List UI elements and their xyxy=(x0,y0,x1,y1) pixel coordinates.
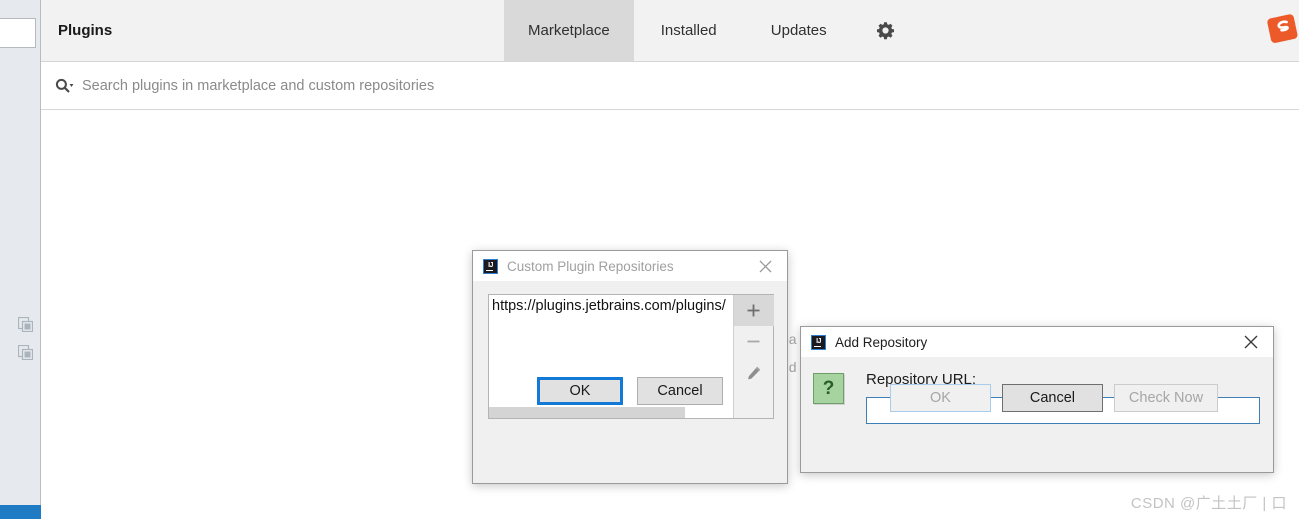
plus-icon xyxy=(746,303,761,318)
intellij-icon xyxy=(811,334,826,350)
watermark: CSDN @广土土厂 | 口 xyxy=(1130,495,1287,512)
cancel-button[interactable]: Cancel xyxy=(637,377,723,405)
cancel-button[interactable]: Cancel xyxy=(1001,384,1103,412)
rail-top-input-box[interactable] xyxy=(0,18,36,48)
page-title: Plugins xyxy=(58,22,113,39)
remove-repository-button[interactable] xyxy=(734,326,774,357)
dialog-title: Custom Plugin Repositories xyxy=(507,258,674,274)
add-repository-button[interactable] xyxy=(733,295,774,326)
search-icon[interactable] xyxy=(55,78,74,94)
dialog-title: Add Repository xyxy=(835,334,928,350)
custom-plugin-repositories-dialog: Custom Plugin Repositories https://plugi… xyxy=(472,250,788,484)
close-icon[interactable] xyxy=(747,252,783,280)
horizontal-scrollbar[interactable] xyxy=(489,407,733,418)
screen-root: Plugins Marketplace Installed Updates Se… xyxy=(0,0,1299,519)
minus-icon xyxy=(746,334,761,349)
tab-installed[interactable]: Installed xyxy=(634,0,744,61)
copy-icon[interactable] xyxy=(18,345,33,360)
dialog-buttons: OK Cancel Check Now xyxy=(801,384,1273,412)
search-input[interactable] xyxy=(82,77,802,94)
add-repository-dialog: Add Repository ? Repository URL: OK Canc… xyxy=(800,326,1274,473)
plugins-header: Plugins Marketplace Installed Updates xyxy=(41,0,1299,62)
scrollbar-thumb[interactable] xyxy=(489,407,685,418)
ok-button[interactable]: OK xyxy=(889,384,991,412)
sogou-ime-icon[interactable] xyxy=(1267,12,1299,46)
list-item[interactable]: https://plugins.jetbrains.com/plugins/ xyxy=(489,295,733,316)
ok-button[interactable]: OK xyxy=(537,377,623,405)
check-now-button[interactable]: Check Now xyxy=(1113,384,1219,412)
close-icon[interactable] xyxy=(1233,328,1269,356)
dialog-buttons: OK Cancel xyxy=(473,377,787,405)
copy-icon[interactable] xyxy=(18,317,33,332)
ide-left-rail xyxy=(0,0,41,519)
plugins-search-row[interactable] xyxy=(41,62,1299,110)
dialog-titlebar: Add Repository xyxy=(801,327,1273,357)
gear-icon xyxy=(876,21,895,40)
intellij-icon xyxy=(483,258,498,274)
dialog-body: https://plugins.jetbrains.com/plugins/ O… xyxy=(473,281,787,419)
dialog-titlebar: Custom Plugin Repositories xyxy=(473,251,787,281)
plugin-settings-button[interactable] xyxy=(854,0,918,61)
dialog-body: ? Repository URL: OK Cancel Check Now xyxy=(801,357,1273,424)
rail-status-bar xyxy=(0,505,41,519)
plugin-tabs: Marketplace Installed Updates xyxy=(504,0,854,61)
tab-marketplace[interactable]: Marketplace xyxy=(504,0,634,61)
tab-updates[interactable]: Updates xyxy=(744,0,854,61)
